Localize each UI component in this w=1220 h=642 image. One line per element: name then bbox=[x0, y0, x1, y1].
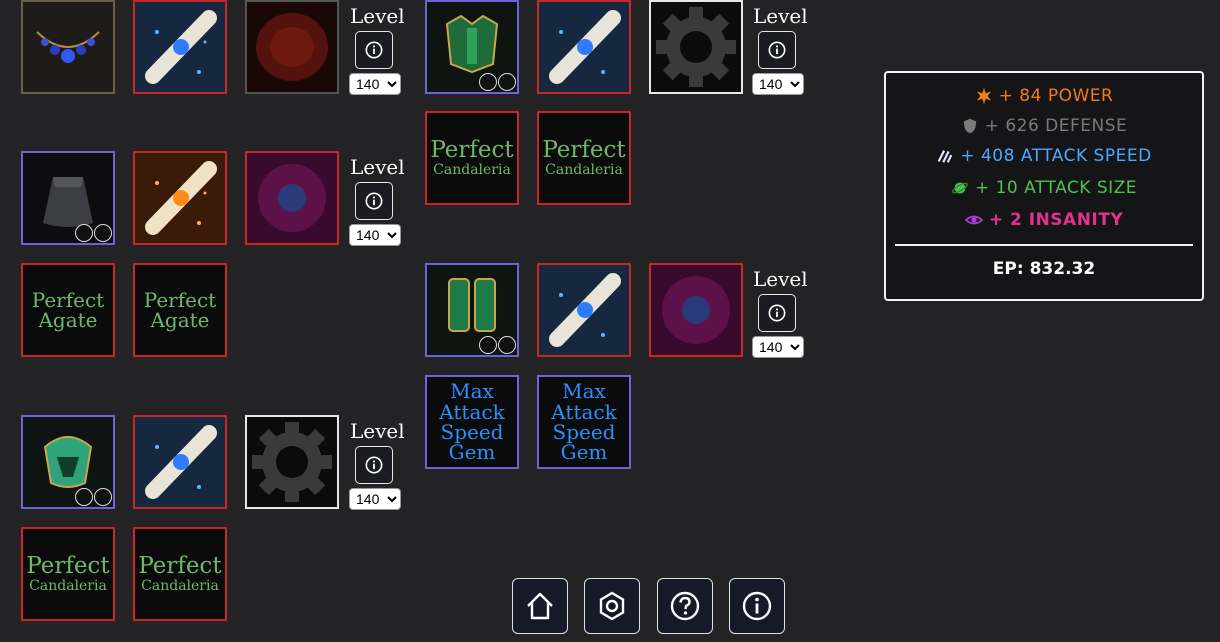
stat-attack-speed-text: + 408 ATTACK SPEED bbox=[960, 146, 1152, 166]
ep-value: EP: 832.32 bbox=[992, 259, 1096, 279]
stat-insanity-text: + 2 INSANITY bbox=[988, 210, 1124, 230]
gem-slot-chest-2[interactable]: Perfect Candaleria bbox=[537, 111, 631, 205]
info-icon bbox=[742, 591, 772, 621]
star-burst-icon bbox=[976, 87, 991, 105]
slot-rune-cape[interactable] bbox=[245, 151, 339, 245]
settings-button[interactable] bbox=[584, 578, 640, 634]
level-label: Level bbox=[350, 4, 405, 28]
socket-indicators bbox=[75, 224, 112, 242]
necklace-icon bbox=[36, 31, 100, 63]
home-icon bbox=[527, 592, 553, 620]
info-button[interactable] bbox=[758, 31, 796, 69]
level-label: Level bbox=[753, 267, 808, 291]
socket-indicators bbox=[479, 73, 516, 91]
info-button[interactable] bbox=[355, 182, 393, 220]
scroll-icon bbox=[135, 153, 225, 243]
info-icon bbox=[365, 192, 383, 210]
slot-scroll-cape[interactable] bbox=[133, 151, 227, 245]
stat-attack-size-text: + 10 ATTACK SIZE bbox=[974, 178, 1138, 198]
level-select[interactable]: 140 bbox=[349, 488, 401, 510]
help-icon bbox=[670, 591, 700, 621]
level-label: Level bbox=[753, 4, 808, 28]
gear-icon bbox=[656, 7, 736, 87]
level-select[interactable]: 140 bbox=[752, 336, 804, 358]
stat-insanity: + 2 INSANITY bbox=[886, 210, 1202, 230]
scroll-icon bbox=[539, 265, 629, 355]
gem-label: Perfect Agate bbox=[31, 287, 105, 332]
gem-slot-helmet-1[interactable]: Perfect Candaleria bbox=[21, 527, 115, 621]
stat-defense-text: + 626 DEFENSE bbox=[984, 116, 1128, 136]
planet-icon bbox=[952, 182, 968, 194]
scroll-icon bbox=[135, 2, 225, 92]
gem-label: Perfect Candaleria bbox=[138, 553, 222, 594]
blurred-rune-icon bbox=[247, 2, 337, 92]
gem-label: Perfect Candaleria bbox=[430, 137, 514, 178]
speed-lines-icon bbox=[938, 150, 953, 163]
gem-slot-helmet-2[interactable]: Perfect Candaleria bbox=[133, 527, 227, 621]
slot-empty-helmet[interactable] bbox=[245, 415, 339, 509]
slot-empty-rune-necklace[interactable] bbox=[245, 0, 339, 94]
gem-label: Perfect Candaleria bbox=[542, 137, 626, 178]
level-select[interactable]: 140 bbox=[349, 73, 401, 95]
gem-label: Perfect Agate bbox=[143, 287, 217, 332]
level-select[interactable]: 140 bbox=[752, 73, 804, 95]
gear-icon bbox=[252, 422, 332, 502]
scroll-icon bbox=[539, 2, 629, 92]
level-control-chest: Level 140 bbox=[752, 4, 808, 95]
slot-empty-chest[interactable] bbox=[649, 0, 743, 94]
info-button[interactable] bbox=[758, 294, 796, 332]
info-button[interactable] bbox=[355, 31, 393, 69]
stat-power-text: + 84 POWER bbox=[998, 86, 1114, 106]
gem-slot-boots-1[interactable]: Max Attack Speed Gem bbox=[425, 375, 519, 469]
level-select[interactable]: 140 bbox=[349, 224, 401, 246]
gem-label: Perfect Candaleria bbox=[26, 553, 110, 594]
level-control-helmet: Level 140 bbox=[349, 419, 405, 510]
level-label: Level bbox=[350, 419, 405, 443]
slot-scroll-chest[interactable] bbox=[537, 0, 631, 94]
eye-icon bbox=[964, 215, 983, 225]
void-orb-icon bbox=[247, 153, 337, 243]
stats-panel: + 84 POWER + 626 DEFENSE + 408 ATTACK SP… bbox=[884, 71, 1204, 301]
level-control-necklace: Level 140 bbox=[349, 4, 405, 95]
slot-rune-boots[interactable] bbox=[649, 263, 743, 357]
slot-scroll-boots[interactable] bbox=[537, 263, 631, 357]
level-control-boots: Level 140 bbox=[752, 267, 808, 358]
scroll-icon bbox=[135, 417, 225, 507]
info-icon bbox=[365, 41, 383, 59]
stat-attack-size: + 10 ATTACK SIZE bbox=[886, 178, 1202, 198]
level-control-cape: Level 140 bbox=[349, 155, 405, 246]
gem-slot-cape-1[interactable]: Perfect Agate bbox=[21, 263, 115, 357]
info-icon bbox=[365, 456, 383, 474]
info-icon bbox=[768, 41, 786, 59]
slot-scroll-helmet[interactable] bbox=[133, 415, 227, 509]
slot-necklace[interactable] bbox=[21, 0, 115, 94]
socket-indicators bbox=[75, 488, 112, 506]
stat-defense: + 626 DEFENSE bbox=[886, 116, 1202, 136]
help-button[interactable] bbox=[657, 578, 713, 634]
socket-indicators bbox=[479, 336, 516, 354]
info-nav-button[interactable] bbox=[729, 578, 785, 634]
home-button[interactable] bbox=[512, 578, 568, 634]
level-label: Level bbox=[350, 155, 405, 179]
info-button[interactable] bbox=[355, 446, 393, 484]
slot-chest-armor[interactable] bbox=[425, 0, 519, 94]
stat-power: + 84 POWER bbox=[886, 86, 1202, 106]
slot-boots[interactable] bbox=[425, 263, 519, 357]
gem-label: Max Attack Speed Gem bbox=[439, 379, 505, 465]
gem-slot-chest-1[interactable]: Perfect Candaleria bbox=[425, 111, 519, 205]
gem-slot-cape-2[interactable]: Perfect Agate bbox=[133, 263, 227, 357]
stat-attack-speed: + 408 ATTACK SPEED bbox=[886, 146, 1202, 166]
gem-label: Max Attack Speed Gem bbox=[551, 379, 617, 465]
slot-cape[interactable] bbox=[21, 151, 115, 245]
stats-divider bbox=[895, 244, 1193, 246]
info-icon bbox=[768, 304, 786, 322]
void-orb-icon bbox=[651, 265, 741, 355]
settings-hexagon-icon bbox=[599, 591, 625, 621]
slot-scroll-necklace[interactable] bbox=[133, 0, 227, 94]
slot-helmet[interactable] bbox=[21, 415, 115, 509]
shield-icon bbox=[963, 118, 976, 134]
gem-slot-boots-2[interactable]: Max Attack Speed Gem bbox=[537, 375, 631, 469]
